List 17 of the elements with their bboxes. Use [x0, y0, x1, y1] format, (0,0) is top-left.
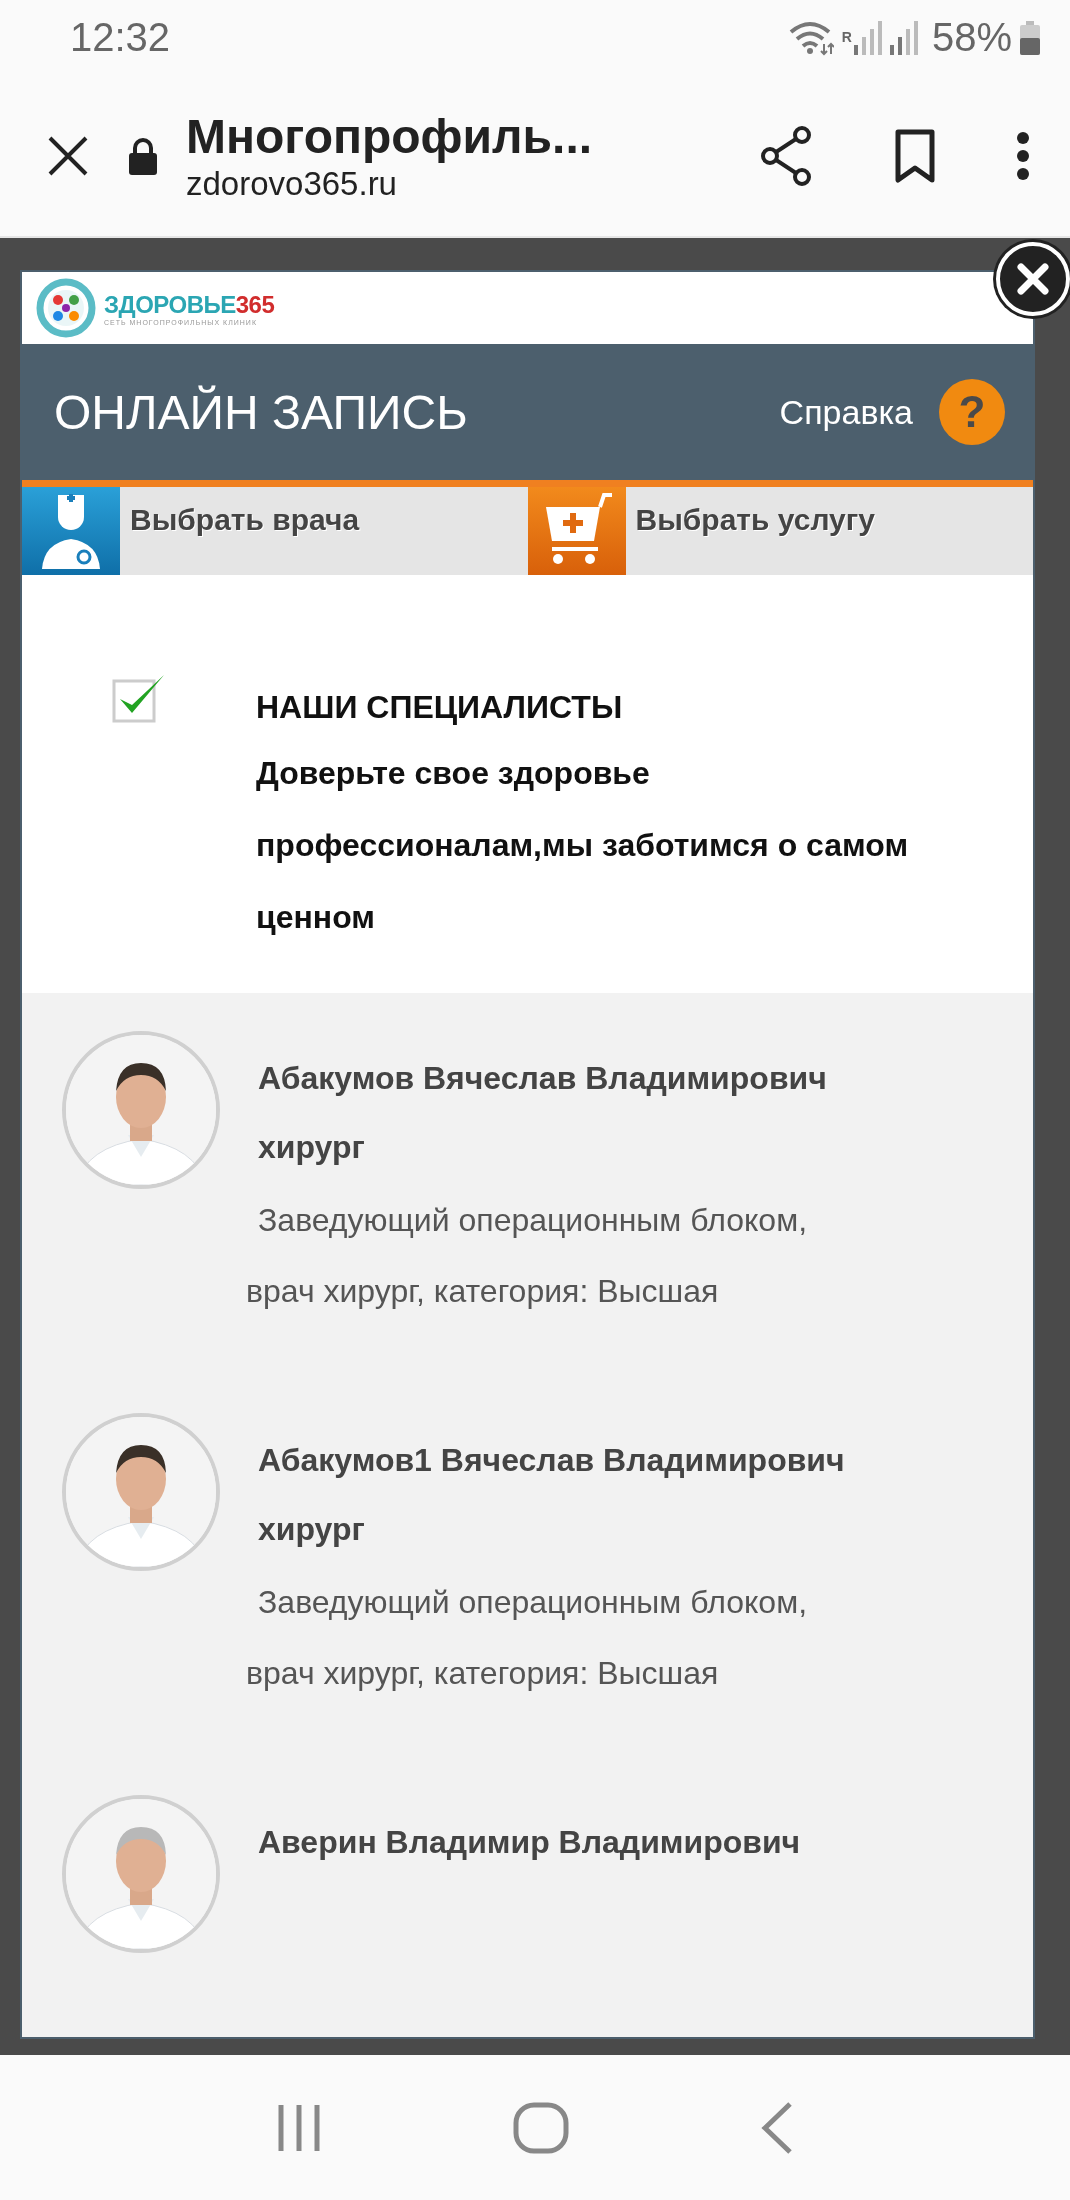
doctor-name[interactable]: Абакумов Вячеслав Владимирович	[246, 1043, 836, 1113]
doctor-description: Заведующий операционным блоком, врач хирург, категория: Высшая	[246, 1583, 808, 1693]
help-button[interactable]: ?	[939, 379, 1005, 445]
doctor-description: Заведующий операционным блоком, врач хирург, категория: Высшая	[246, 1201, 808, 1311]
help-link[interactable]: Справка	[779, 392, 913, 432]
doctor-specialty: хирург	[257, 1128, 366, 1167]
doctor-name[interactable]: Абакумов1 Вячеслав Владимирович	[246, 1425, 845, 1495]
roaming-mark: R	[841, 29, 852, 45]
intro-text: НАШИ СПЕЦИАЛИСТЫ Доверьте свое здоровье профессионалам,мы заботимся о самом ценном	[256, 688, 910, 937]
page-url: zdorovo365.ru	[186, 164, 398, 203]
doctor-specialty: хирург	[257, 1510, 366, 1549]
doctor-name[interactable]: Аверин Владимир Владимирович	[246, 1807, 801, 1877]
page-title: Многопрофиль...	[186, 108, 594, 165]
logo-text: ЗДОРОВЬЕ365	[104, 290, 275, 319]
battery-percent: 58%	[931, 15, 1012, 60]
header-title: ОНЛАЙН ЗАПИСЬ	[54, 384, 469, 440]
status-time: 12:32	[70, 15, 171, 60]
